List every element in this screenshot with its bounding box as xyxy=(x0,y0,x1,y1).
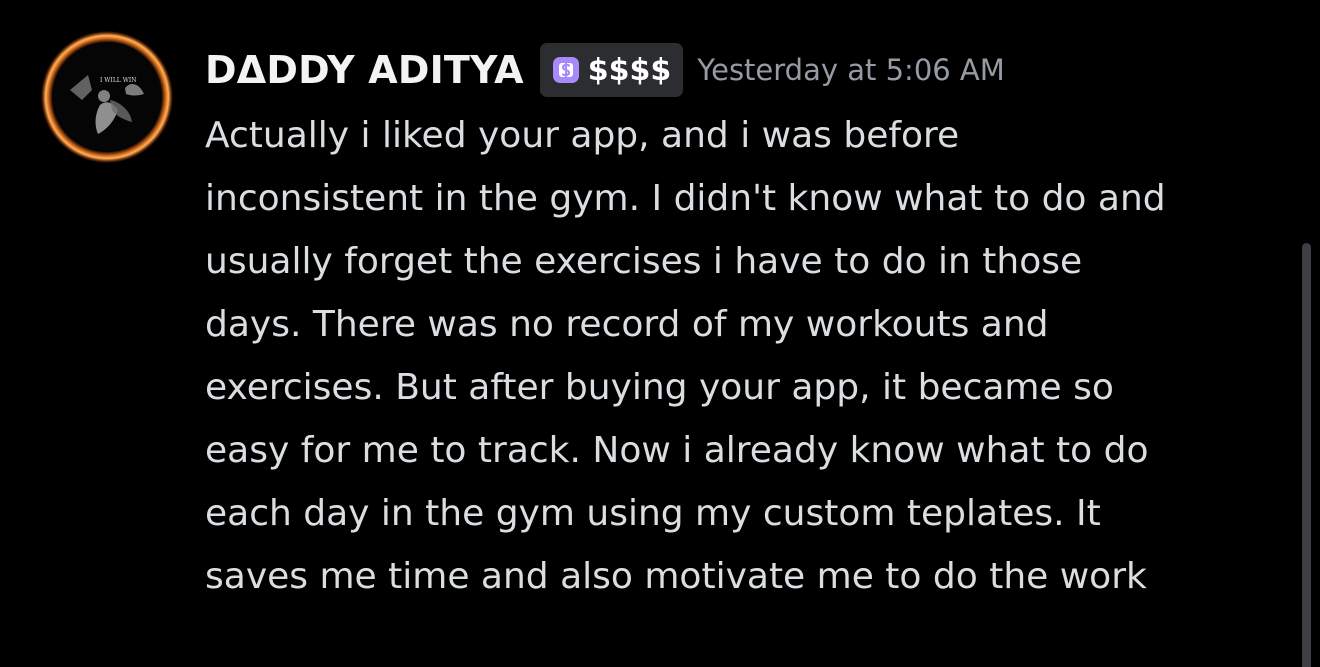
message-line: easy for me to track. Now i already know… xyxy=(205,430,1149,471)
message-line: usually forget the exercises i have to d… xyxy=(205,241,1083,282)
message-header: DΔDDY ADITYA $$$$ Yesterday at 5:06 AM xyxy=(205,42,1005,98)
username[interactable]: DΔDDY ADITYA xyxy=(205,48,524,92)
avatar[interactable]: I WILL WIN xyxy=(40,30,174,164)
server-tag[interactable]: $$$$ xyxy=(539,43,684,97)
timestamp[interactable]: Yesterday at 5:06 AM xyxy=(697,53,1005,87)
server-tag-label: $$$$ xyxy=(587,52,672,88)
message-line: each day in the gym using my custom tepl… xyxy=(205,493,1101,534)
message-line: saves me time and also motivate me to do… xyxy=(205,556,1147,597)
chat-message: I WILL WIN DΔDDY ADITYA $$$$ Yesterday a… xyxy=(0,0,1320,667)
avatar-text: I WILL WIN xyxy=(100,77,136,84)
message-line: Actually i liked your app, and i was bef… xyxy=(205,115,960,156)
message-line: days. There was no record of my workouts… xyxy=(205,304,1049,345)
message-line: exercises. But after buying your app, it… xyxy=(205,367,1114,408)
scrollbar-thumb[interactable] xyxy=(1302,243,1311,667)
message-line: inconsistent in the gym. I didn't know w… xyxy=(205,178,1166,219)
avatar-image: I WILL WIN xyxy=(40,30,174,164)
dollar-badge-icon xyxy=(552,57,579,83)
message-content: Actually i liked your app, and i was bef… xyxy=(205,104,1285,608)
